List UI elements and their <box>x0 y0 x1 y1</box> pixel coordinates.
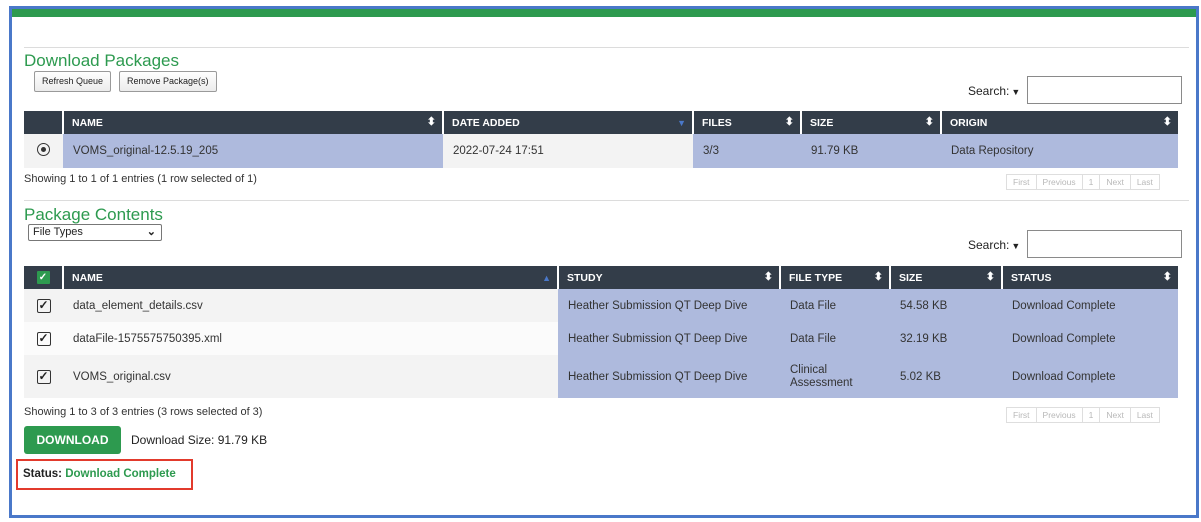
file-size-cell: 54.58 KB <box>890 289 1002 322</box>
checkbox-checked-icon[interactable]: ✓ <box>36 271 50 284</box>
sort-icon: ⬍ <box>924 116 934 128</box>
pager-previous[interactable]: Previous <box>1037 175 1083 189</box>
file-types-select[interactable]: File Types ⌄ <box>28 224 162 241</box>
column-header-origin[interactable]: ORIGIN ⬍ <box>941 111 1178 134</box>
checkbox-checked-icon[interactable]: ✓ <box>36 369 51 384</box>
packages-header-row: NAME ⬍ DATE ADDED ▼ FILES ⬍ SIZE ⬍ ORIGIN ⬍ <box>24 111 1178 134</box>
pager-previous[interactable]: Previous <box>1037 408 1083 422</box>
radio-selected-icon[interactable] <box>37 143 50 156</box>
chevron-down-icon: ⌄ <box>146 226 156 238</box>
sort-asc-icon: ▲ <box>542 273 551 283</box>
file-name-cell: VOMS_original.csv <box>63 355 558 398</box>
column-header-study[interactable]: STUDY ⬍ <box>558 266 781 289</box>
download-size-text: Download Size: 91.79 KB <box>131 433 268 447</box>
column-header-name[interactable]: NAME ▲ <box>63 266 559 289</box>
contents-table: ✓ NAME ▲ STUDY ⬍ FILE TYPE ⬍ SIZE ⬍ STATUS ⬍ … <box>24 266 1178 398</box>
file-status-cell: Download Complete <box>1002 289 1178 322</box>
sort-icon: ⬍ <box>1162 271 1172 283</box>
sort-icon: ⬍ <box>763 271 773 283</box>
file-status-cell: Download Complete <box>1002 355 1178 398</box>
checkbox-checked-icon[interactable]: ✓ <box>36 331 51 346</box>
file-name-cell: dataFile-1575575750395.xml <box>63 322 558 355</box>
file-type-cell: Data File <box>780 322 890 355</box>
column-header-files[interactable]: FILES ⬍ <box>693 111 802 134</box>
row-checkbox-cell[interactable]: ✓ <box>24 289 63 322</box>
table-row[interactable]: ✓ dataFile-1575575750395.xml Heather Sub… <box>24 322 1178 355</box>
file-status-cell: Download Complete <box>1002 322 1178 355</box>
checkbox-checked-icon[interactable]: ✓ <box>36 298 51 313</box>
column-header-file-type[interactable]: FILE TYPE ⬍ <box>780 266 891 289</box>
sort-icon: ⬍ <box>1162 116 1172 128</box>
download-button[interactable]: DOWNLOAD <box>24 426 121 454</box>
column-header-size[interactable]: SIZE ⬍ <box>890 266 1003 289</box>
table-row[interactable]: ✓ data_element_details.csv Heather Submi… <box>24 289 1178 322</box>
contents-search-input[interactable] <box>1027 230 1182 258</box>
packages-search-input[interactable] <box>1027 76 1182 104</box>
top-accent-bar <box>12 9 1196 17</box>
section-divider <box>24 47 1189 48</box>
study-cell: Heather Submission QT Deep Dive <box>558 289 780 322</box>
pager-last[interactable]: Last <box>1131 408 1159 422</box>
caret-down-icon: ▼ <box>1011 241 1021 251</box>
table-row[interactable]: ✓ VOMS_original.csv Heather Submission Q… <box>24 355 1178 398</box>
caret-down-icon: ▼ <box>1011 87 1021 97</box>
column-header-status[interactable]: STATUS ⬍ <box>1002 266 1178 289</box>
packages-info-text: Showing 1 to 1 of 1 entries (1 row selec… <box>24 173 257 185</box>
file-size-cell: 5.02 KB <box>890 355 1002 398</box>
column-header-size[interactable]: SIZE ⬍ <box>801 111 942 134</box>
pager-page[interactable]: 1 <box>1083 175 1101 189</box>
section-divider <box>24 200 1189 201</box>
refresh-queue-button[interactable]: Refresh Queue <box>34 71 112 92</box>
package-size-cell: 91.79 KB <box>801 134 941 168</box>
status-label: Status: <box>23 468 62 480</box>
pager-last[interactable]: Last <box>1131 175 1159 189</box>
select-all-header[interactable]: ✓ <box>24 266 64 289</box>
column-header-name[interactable]: NAME ⬍ <box>63 111 444 134</box>
table-row[interactable]: VOMS_original-12.5.19_205 2022-07-24 17:… <box>24 134 1178 168</box>
remove-packages-button[interactable]: Remove Package(s) <box>119 71 217 92</box>
contents-header-row: ✓ NAME ▲ STUDY ⬍ FILE TYPE ⬍ SIZE ⬍ STATUS ⬍ <box>24 266 1178 289</box>
column-header-date-added[interactable]: DATE ADDED ▼ <box>443 111 694 134</box>
sort-desc-icon: ▼ <box>677 118 686 128</box>
package-name-cell: VOMS_original-12.5.19_205 <box>63 134 443 168</box>
row-checkbox-cell[interactable]: ✓ <box>24 322 63 355</box>
file-size-cell: 32.19 KB <box>890 322 1002 355</box>
sort-icon: ⬍ <box>873 271 883 283</box>
contents-pagination: First Previous 1 Next Last <box>1006 407 1160 423</box>
study-cell: Heather Submission QT Deep Dive <box>558 355 780 398</box>
sort-icon: ⬍ <box>985 271 995 283</box>
pager-page[interactable]: 1 <box>1083 408 1101 422</box>
contents-search-label: Search: ▼ <box>968 238 1021 252</box>
study-cell: Heather Submission QT Deep Dive <box>558 322 780 355</box>
package-date-cell: 2022-07-24 17:51 <box>443 134 693 168</box>
file-type-cell: Clinical Assessment <box>780 355 890 398</box>
status-indicator: Status: Download Complete <box>16 459 193 490</box>
file-type-cell: Data File <box>780 289 890 322</box>
sort-icon: ⬍ <box>426 116 436 128</box>
sort-icon: ⬍ <box>784 116 794 128</box>
contents-info-text: Showing 1 to 3 of 3 entries (3 rows sele… <box>24 406 263 418</box>
select-column-header <box>24 111 64 134</box>
download-packages-title: Download Packages <box>24 51 179 70</box>
file-name-cell: data_element_details.csv <box>63 289 558 322</box>
status-value: Download Complete <box>65 468 176 480</box>
row-select-cell[interactable] <box>24 134 63 168</box>
row-checkbox-cell[interactable]: ✓ <box>24 355 63 398</box>
pager-first[interactable]: First <box>1007 408 1037 422</box>
pager-next[interactable]: Next <box>1100 408 1131 422</box>
pager-first[interactable]: First <box>1007 175 1037 189</box>
package-files-cell: 3/3 <box>693 134 801 168</box>
package-origin-cell: Data Repository <box>941 134 1178 168</box>
packages-search-label: Search: ▼ <box>968 84 1021 98</box>
packages-pagination: First Previous 1 Next Last <box>1006 174 1160 190</box>
pager-next[interactable]: Next <box>1100 175 1131 189</box>
packages-table: NAME ⬍ DATE ADDED ▼ FILES ⬍ SIZE ⬍ ORIGIN ⬍ V… <box>24 111 1178 168</box>
package-contents-title: Package Contents <box>24 205 163 224</box>
